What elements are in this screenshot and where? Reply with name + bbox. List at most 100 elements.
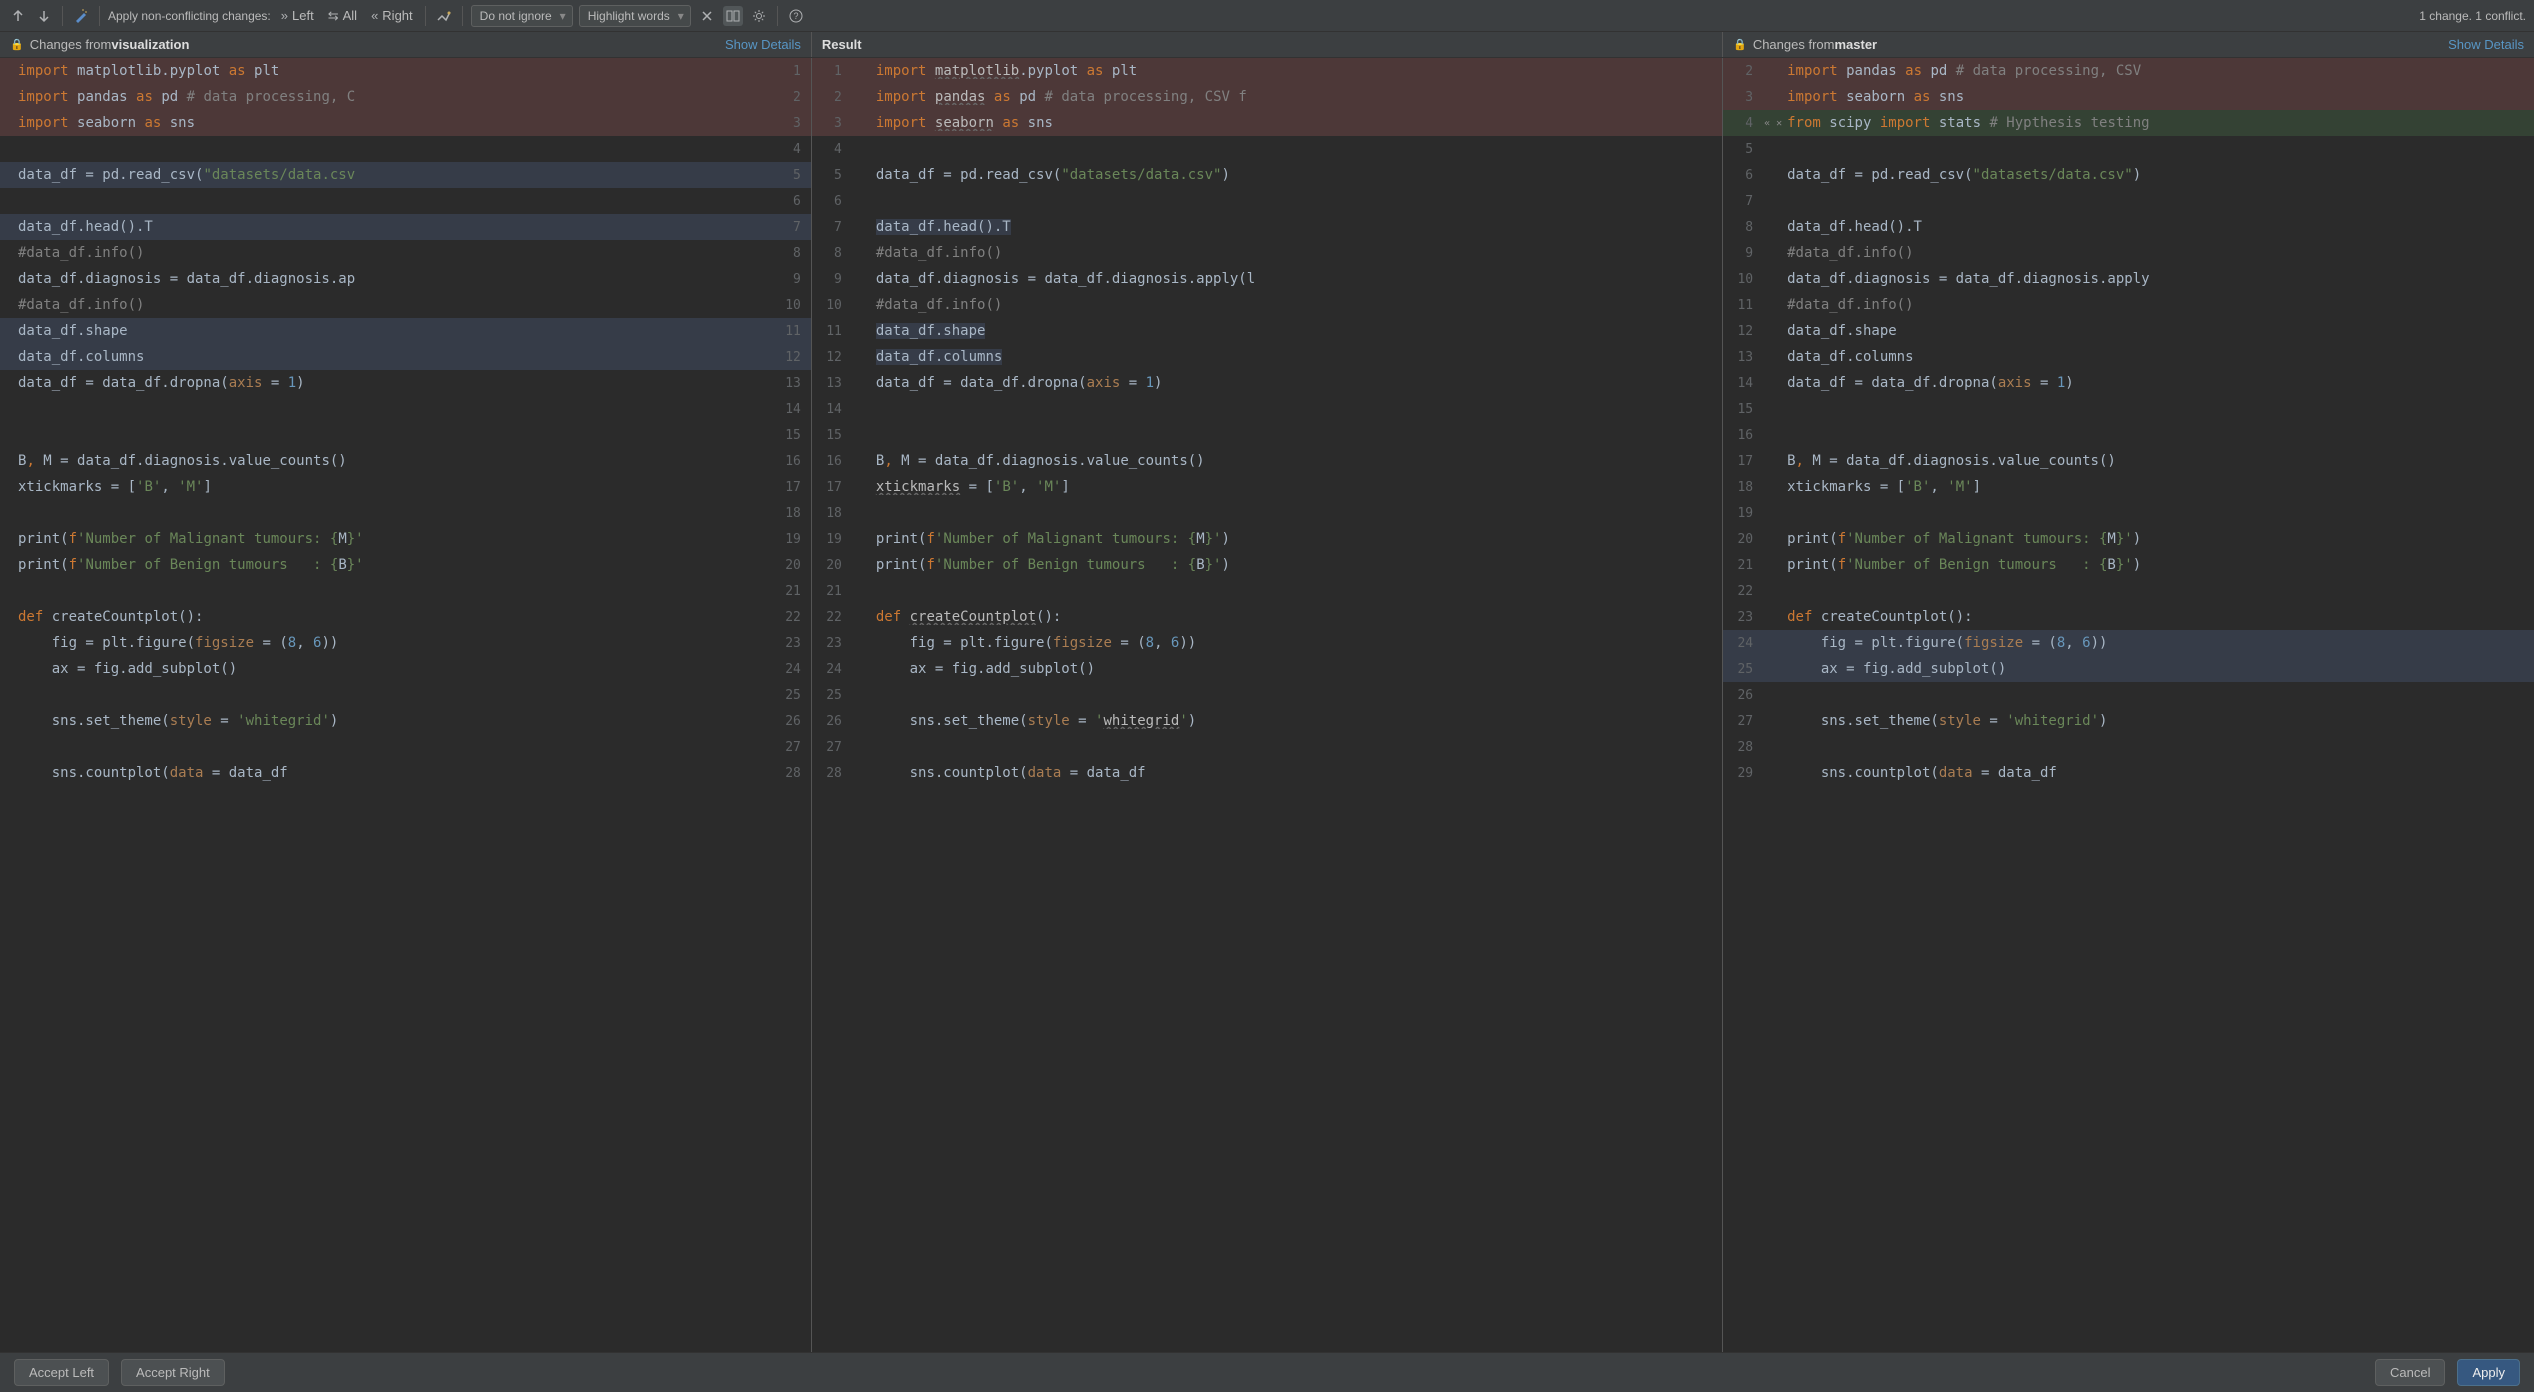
collapse-icon[interactable] <box>697 6 717 26</box>
middle-pane[interactable]: 1 import matplotlib.pyplot as plt 2 impo… <box>811 58 1723 1352</box>
accept-left-button[interactable]: Accept Left <box>14 1359 109 1386</box>
code-line[interactable]: 8 #data_df.info() <box>812 240 1722 266</box>
code-line[interactable]: 23 def createCountplot(): <box>1723 604 2534 630</box>
code-line[interactable]: 11 #data_df.info() <box>1723 292 2534 318</box>
code-line[interactable]: fig = plt.figure(figsize = (8, 6)) 23 <box>0 630 811 656</box>
code-line[interactable]: 5 data_df = pd.read_csv("datasets/data.c… <box>812 162 1722 188</box>
show-details-left[interactable]: Show Details <box>725 37 801 52</box>
code-line[interactable]: 27 <box>0 734 811 760</box>
code-line[interactable]: 26 <box>1723 682 2534 708</box>
code-line[interactable]: import seaborn as sns 3 <box>0 110 811 136</box>
code-line[interactable]: 19 <box>1723 500 2534 526</box>
code-line[interactable]: 22 def createCountplot(): <box>812 604 1722 630</box>
code-line[interactable]: 25 <box>812 682 1722 708</box>
code-line[interactable]: 9 #data_df.info() <box>1723 240 2534 266</box>
code-line[interactable]: 10 #data_df.info() <box>812 292 1722 318</box>
code-line[interactable]: 20 print(f'Number of Malignant tumours: … <box>1723 526 2534 552</box>
code-line[interactable]: 8 data_df.head().T <box>1723 214 2534 240</box>
code-line[interactable]: 16 <box>1723 422 2534 448</box>
left-pane[interactable]: import matplotlib.pyplot as plt 1 import… <box>0 58 811 1352</box>
code-line[interactable]: 6 <box>0 188 811 214</box>
code-line[interactable]: 7 <box>1723 188 2534 214</box>
code-line[interactable]: print(f'Number of Malignant tumours: {M}… <box>0 526 811 552</box>
sync-scroll-icon[interactable] <box>723 6 743 26</box>
code-line[interactable]: 18 xtickmarks = ['B', 'M'] <box>1723 474 2534 500</box>
code-line[interactable]: 14 data_df = data_df.dropna(axis = 1) <box>1723 370 2534 396</box>
code-line[interactable]: 21 print(f'Number of Benign tumours : {B… <box>1723 552 2534 578</box>
code-line[interactable]: 11 data_df.shape <box>812 318 1722 344</box>
ignore-dropdown[interactable]: Do not ignore <box>471 5 573 27</box>
code-line[interactable]: 12 data_df.shape <box>1723 318 2534 344</box>
code-line[interactable]: 25 ax = fig.add_subplot() <box>1723 656 2534 682</box>
code-line[interactable]: sns.countplot(data = data_df 28 <box>0 760 811 786</box>
code-line[interactable]: data_df.shape 11 <box>0 318 811 344</box>
code-line[interactable]: 6 data_df = pd.read_csv("datasets/data.c… <box>1723 162 2534 188</box>
code-line[interactable]: 18 <box>0 500 811 526</box>
code-line[interactable]: data_df.diagnosis = data_df.diagnosis.ap… <box>0 266 811 292</box>
code-line[interactable]: 29 sns.countplot(data = data_df <box>1723 760 2534 786</box>
code-line[interactable]: 20 print(f'Number of Benign tumours : {B… <box>812 552 1722 578</box>
code-line[interactable]: 2 import pandas as pd # data processing,… <box>812 84 1722 110</box>
code-line[interactable]: B, M = data_df.diagnosis.value_counts() … <box>0 448 811 474</box>
code-line[interactable]: 4 <box>0 136 811 162</box>
code-line[interactable]: 24 ax = fig.add_subplot() <box>812 656 1722 682</box>
next-diff-icon[interactable] <box>34 6 54 26</box>
apply-left-link[interactable]: » Left <box>281 8 314 23</box>
code-line[interactable]: 13 data_df.columns <box>1723 344 2534 370</box>
code-line[interactable]: 27 sns.set_theme(style = 'whitegrid') <box>1723 708 2534 734</box>
code-line[interactable]: 14 <box>0 396 811 422</box>
code-line[interactable]: ax = fig.add_subplot() 24 <box>0 656 811 682</box>
code-line[interactable]: 21 <box>812 578 1722 604</box>
code-line[interactable]: 5 <box>1723 136 2534 162</box>
code-line[interactable]: xtickmarks = ['B', 'M'] 17 <box>0 474 811 500</box>
code-line[interactable]: data_df = pd.read_csv("datasets/data.csv… <box>0 162 811 188</box>
code-line[interactable]: 10 data_df.diagnosis = data_df.diagnosis… <box>1723 266 2534 292</box>
code-line[interactable]: 21 <box>0 578 811 604</box>
code-line[interactable]: 22 <box>1723 578 2534 604</box>
code-line[interactable]: 4 <box>812 136 1722 162</box>
code-line[interactable]: 7 data_df.head().T <box>812 214 1722 240</box>
code-line[interactable]: import pandas as pd # data processing, C… <box>0 84 811 110</box>
code-line[interactable]: 2 import pandas as pd # data processing,… <box>1723 58 2534 84</box>
code-line[interactable]: import matplotlib.pyplot as plt 1 <box>0 58 811 84</box>
code-line[interactable]: sns.set_theme(style = 'whitegrid') 26 <box>0 708 811 734</box>
merge-action-icons[interactable]: « ✕ <box>1763 118 1783 129</box>
code-line[interactable]: print(f'Number of Benign tumours : {B}' … <box>0 552 811 578</box>
code-line[interactable]: 19 print(f'Number of Malignant tumours: … <box>812 526 1722 552</box>
code-line[interactable]: 26 sns.set_theme(style = 'whitegrid') <box>812 708 1722 734</box>
apply-right-link[interactable]: « Right <box>371 8 413 23</box>
prev-diff-icon[interactable] <box>8 6 28 26</box>
highlight-dropdown[interactable]: Highlight words <box>579 5 691 27</box>
code-line[interactable]: 28 sns.countplot(data = data_df <box>812 760 1722 786</box>
code-line[interactable]: #data_df.info() 10 <box>0 292 811 318</box>
code-line[interactable]: 15 <box>1723 396 2534 422</box>
show-details-right[interactable]: Show Details <box>2448 37 2524 52</box>
code-line[interactable]: data_df.columns 12 <box>0 344 811 370</box>
code-line[interactable]: 3 import seaborn as sns <box>812 110 1722 136</box>
accept-right-button[interactable]: Accept Right <box>121 1359 225 1386</box>
highlight-icon[interactable] <box>434 6 454 26</box>
code-line[interactable]: 6 <box>812 188 1722 214</box>
code-line[interactable]: 9 data_df.diagnosis = data_df.diagnosis.… <box>812 266 1722 292</box>
code-line[interactable]: 15 <box>812 422 1722 448</box>
code-line[interactable]: 23 fig = plt.figure(figsize = (8, 6)) <box>812 630 1722 656</box>
code-line[interactable]: 1 import matplotlib.pyplot as plt <box>812 58 1722 84</box>
code-line[interactable]: 17 xtickmarks = ['B', 'M'] <box>812 474 1722 500</box>
code-line[interactable]: 27 <box>812 734 1722 760</box>
code-line[interactable]: 18 <box>812 500 1722 526</box>
code-line[interactable]: #data_df.info() 8 <box>0 240 811 266</box>
code-line[interactable]: 4 « ✕ from scipy import stats # Hypthesi… <box>1723 110 2534 136</box>
code-line[interactable]: 17 B, M = data_df.diagnosis.value_counts… <box>1723 448 2534 474</box>
gear-icon[interactable] <box>749 6 769 26</box>
apply-all-link[interactable]: ⇆ All <box>328 8 357 24</box>
code-line[interactable]: 14 <box>812 396 1722 422</box>
right-pane[interactable]: 2 import pandas as pd # data processing,… <box>1723 58 2534 1352</box>
code-line[interactable]: 13 data_df = data_df.dropna(axis = 1) <box>812 370 1722 396</box>
code-line[interactable]: 12 data_df.columns <box>812 344 1722 370</box>
code-line[interactable]: def createCountplot(): 22 <box>0 604 811 630</box>
cancel-button[interactable]: Cancel <box>2375 1359 2445 1386</box>
code-line[interactable]: 3 import seaborn as sns <box>1723 84 2534 110</box>
magic-resolve-icon[interactable] <box>71 6 91 26</box>
code-line[interactable]: data_df.head().T 7 <box>0 214 811 240</box>
code-line[interactable]: 25 <box>0 682 811 708</box>
